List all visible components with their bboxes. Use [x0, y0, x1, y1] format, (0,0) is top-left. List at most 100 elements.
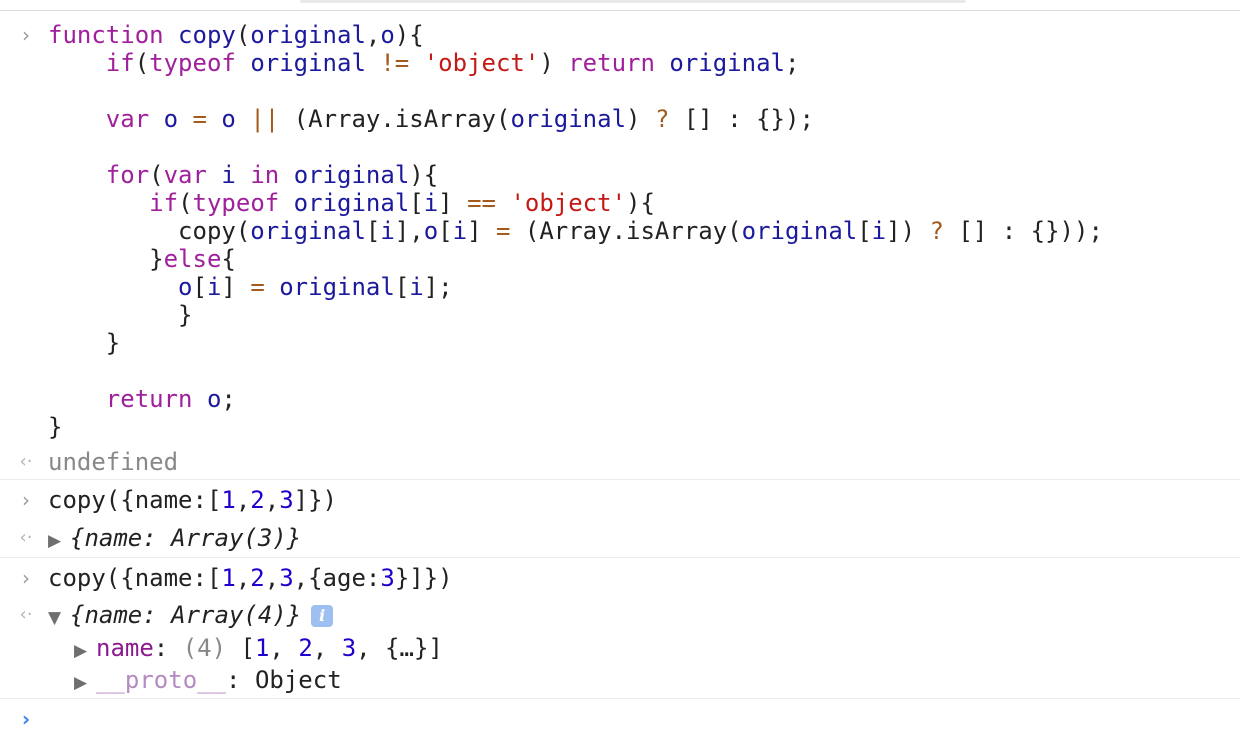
code-token: copy({name:[: [48, 564, 222, 592]
code-token: !=: [380, 49, 410, 77]
code-token: ]}): [293, 486, 338, 514]
array-length: (4): [182, 634, 227, 662]
expand-triangle-icon[interactable]: ▶: [74, 669, 96, 697]
object-summary: {name: Array(3)}: [70, 524, 302, 552]
code-token: ){: [394, 21, 424, 49]
code-token: original: [510, 105, 627, 133]
input-prompt-icon: ›: [22, 566, 30, 590]
code-token: i: [409, 273, 424, 301]
input-prompt-icon: ›: [22, 23, 30, 47]
object-preview[interactable]: ▼ {name: Array(4)} i: [48, 601, 334, 632]
object-property-row[interactable]: ▶ name: (4) [1, 2, 3, {…}]: [74, 634, 443, 662]
code-token: (: [178, 189, 193, 217]
result-prompt-icon: ‹·: [19, 451, 33, 472]
code-token: (: [149, 161, 164, 189]
code-token: function: [48, 21, 164, 49]
code-token: ): [626, 105, 641, 133]
code-token: =: [192, 105, 207, 133]
code-token: i: [871, 217, 887, 245]
code-token: 3: [380, 564, 395, 592]
code-token: copy: [178, 21, 236, 49]
code-token: typeof: [149, 49, 236, 77]
code-token: original: [250, 49, 366, 77]
code-token: (: [134, 49, 150, 77]
object-property-row[interactable]: ▶ __proto__: Object: [74, 666, 342, 694]
console-input-entry: › function copy(original,o){ if(typeof o…: [0, 18, 1240, 441]
code-token: return: [105, 385, 193, 413]
array-sep: ,: [269, 634, 299, 662]
code-token: :: [1001, 217, 1017, 245]
command-text: copy({name:[1,2,3,{age:3}]}): [48, 564, 453, 592]
code-token: ,: [264, 564, 280, 592]
code-token: 1: [221, 486, 236, 514]
code-token: ?: [654, 105, 670, 133]
code-token: ,: [235, 486, 251, 514]
code-line: }else{: [48, 245, 236, 273]
code-token: var: [105, 105, 150, 133]
array-value: 3: [341, 634, 357, 662]
code-line: if(typeof original != 'object') return o…: [48, 49, 800, 77]
code-token: ,: [235, 564, 251, 592]
console-prompt-entry[interactable]: ›: [0, 698, 1240, 739]
code-token: o: [423, 217, 439, 245]
console-input-entry: › copy({name:[1,2,3]}): [0, 479, 1240, 520]
result-value: undefined: [48, 448, 179, 476]
code-token: typeof: [192, 189, 280, 217]
property-colon: :: [226, 666, 241, 694]
code-token: {}));: [1030, 217, 1103, 245]
code-token: copy(: [178, 217, 251, 245]
console-result-entry: ‹· ▶ {name: Array(3)}: [0, 519, 1240, 557]
code-token: []: [958, 217, 988, 245]
code-token: ],: [394, 217, 424, 245]
code-token: (Array.isArray(: [524, 217, 742, 245]
code-token: ,{age:: [293, 564, 381, 592]
code-line: var o = o || (Array.isArray(original) ? …: [48, 105, 814, 133]
code-token: ]: [467, 217, 482, 245]
code-token: ==: [467, 189, 496, 217]
code-token: [: [394, 273, 410, 301]
code-line: copy(original[i],o[i] = (Array.isArray(o…: [48, 217, 1103, 245]
array-value: 2: [298, 634, 313, 662]
code-token: ){: [626, 189, 655, 217]
console-input-entry: › copy({name:[1,2,3,{age:3}]}): [0, 557, 1240, 598]
code-token: original: [250, 21, 366, 49]
console-input-field[interactable]: [48, 705, 1198, 733]
horizontal-scrollbar[interactable]: [300, 0, 966, 3]
expand-triangle-icon[interactable]: ▶: [74, 637, 96, 665]
code-token: ?: [929, 217, 944, 245]
property-value: Object: [254, 666, 342, 694]
array-open: [: [240, 634, 255, 662]
info-icon[interactable]: i: [311, 605, 334, 627]
console-top-border: [0, 0, 1240, 11]
code-token: original: [279, 273, 395, 301]
code-token: i: [423, 189, 439, 217]
property-key: name: [96, 634, 154, 662]
code-line: }: [48, 301, 192, 329]
code-token: ,: [365, 21, 381, 49]
active-prompt-icon: ›: [21, 707, 31, 731]
command-text: copy({name:[1,2,3]}): [48, 486, 337, 514]
object-preview[interactable]: ▶ {name: Array(3)}: [48, 524, 301, 552]
console-result-entry: ‹· undefined: [0, 446, 1240, 478]
array-sep: ,: [356, 634, 386, 662]
code-token: ]: [221, 273, 236, 301]
code-token: (: [235, 21, 251, 49]
code-token: o: [206, 385, 222, 413]
code-token: =: [495, 217, 511, 245]
code-token: [: [438, 217, 453, 245]
code-token: original: [250, 217, 366, 245]
expand-triangle-icon[interactable]: ▶: [48, 527, 70, 555]
code-token: [: [365, 217, 381, 245]
code-token: else: [163, 245, 222, 273]
code-line: return o;: [48, 385, 236, 413]
code-token: [: [192, 273, 207, 301]
code-token: }: [48, 413, 63, 441]
array-close: ]: [428, 634, 443, 662]
collapse-triangle-icon[interactable]: ▼: [48, 604, 70, 632]
code-token: 'object': [510, 189, 627, 217]
code-token: 'object': [423, 49, 540, 77]
code-token: 2: [250, 486, 265, 514]
code-token: for: [105, 161, 150, 189]
code-token: 1: [221, 564, 236, 592]
object-summary: {name: Array(4)}: [70, 601, 302, 629]
